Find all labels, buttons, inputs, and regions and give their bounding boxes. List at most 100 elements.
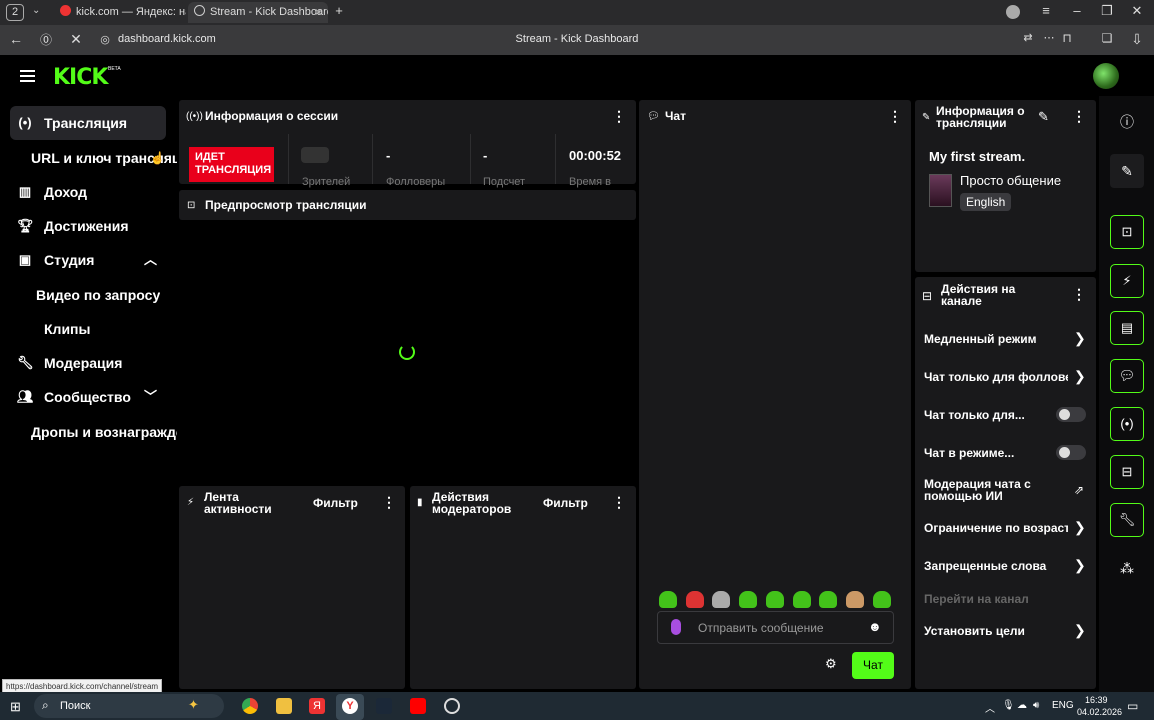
emoji-icon[interactable]: ☻ — [868, 619, 882, 634]
emote-button[interactable] — [792, 591, 811, 608]
clock-time[interactable]: 16:39 — [1085, 695, 1108, 705]
sidebar-item-clips[interactable]: Клипы — [44, 321, 90, 337]
microphone-icon[interactable] — [671, 619, 681, 635]
sidebar-item-stream[interactable]: (•) Трансляция — [10, 106, 166, 140]
sidebar-item-revenue[interactable]: ▥ Доход — [10, 175, 166, 209]
sidebar-item-drops[interactable]: Дропы и вознаграждения — [31, 424, 177, 440]
age-restriction-row[interactable]: Ограничение по возрасту — [924, 521, 1068, 535]
chrome-icon[interactable] — [242, 698, 258, 714]
stream-info-menu-icon[interactable]: ⋮ — [1072, 108, 1086, 125]
slow-mode-row[interactable]: Медленный режим — [924, 332, 1068, 346]
chevron-right-icon[interactable]: ❯ — [1074, 330, 1086, 347]
session-menu-icon[interactable]: ⋮ — [612, 108, 626, 125]
download-icon[interactable]: ⇩ — [1128, 31, 1146, 48]
activity-widget-icon[interactable]: ⚡︎ — [1110, 264, 1144, 298]
settings-gear-icon[interactable]: ⚙ — [825, 656, 837, 672]
chevron-right-icon[interactable]: ❯ — [1074, 557, 1086, 574]
yandex-icon[interactable]: Y — [342, 698, 358, 714]
edit-icon[interactable]: ✎ — [1110, 154, 1144, 188]
menu-icon[interactable]: ≡ — [1036, 3, 1056, 18]
chat-message-input[interactable]: Отправить сообщение — [698, 621, 824, 635]
chevron-right-icon[interactable]: ❯ — [1074, 519, 1086, 536]
language-indicator[interactable]: ENG — [1052, 700, 1074, 711]
tab-count-badge[interactable]: 2 — [6, 4, 24, 21]
mod-log-widget-icon[interactable]: ▤ — [1110, 311, 1144, 345]
external-link-icon[interactable]: ⇗ — [1074, 483, 1084, 497]
site-info-icon[interactable]: ◎ — [96, 33, 114, 46]
info-icon[interactable]: ⓘ — [1110, 105, 1144, 139]
set-goals-row[interactable]: Установить цели — [924, 624, 1068, 638]
youtube-icon[interactable] — [410, 698, 426, 714]
minimize-icon[interactable]: – — [1067, 3, 1087, 18]
bookmark-icon[interactable]: ⊓ — [1058, 31, 1076, 45]
emote-mode-row[interactable]: Чат в режиме... — [924, 446, 1049, 460]
profile-icon[interactable] — [1006, 5, 1020, 19]
emote-button[interactable] — [685, 591, 704, 608]
sidebar-item-studio[interactable]: ▣ Студия ︿ — [10, 243, 166, 277]
channel-actions-widget-icon[interactable]: ⊟ — [1110, 455, 1144, 489]
send-chat-button[interactable]: Чат — [852, 652, 894, 679]
close-window-icon[interactable]: ✕ — [1127, 3, 1147, 19]
file-explorer-icon[interactable] — [276, 698, 292, 714]
tabs-dropdown-icon[interactable]: ⌄ — [32, 5, 40, 16]
emote-button[interactable] — [872, 591, 891, 608]
edit-stream-info-icon[interactable]: ✎ — [1038, 109, 1049, 125]
emote-button[interactable] — [712, 591, 731, 608]
url-field[interactable]: dashboard.kick.com — [118, 33, 216, 45]
chat-widget-icon[interactable]: 💬︎ — [1110, 359, 1144, 393]
copilot-sparkle-icon[interactable]: ✦ — [188, 697, 199, 713]
sidebar-item-moderation[interactable]: 🔧︎ Модерация — [10, 346, 166, 380]
chevron-right-icon[interactable]: ❯ — [1074, 368, 1086, 385]
chat-menu-icon[interactable]: ⋮ — [888, 108, 902, 125]
emote-button[interactable] — [659, 591, 677, 608]
emote-mode-toggle[interactable] — [1056, 445, 1086, 460]
back-icon[interactable]: ← — [7, 31, 25, 47]
yandex-browser-icon[interactable]: Я — [309, 698, 325, 714]
tray-expand-icon[interactable]: ︿ — [985, 700, 995, 715]
hamburger-menu-icon[interactable] — [20, 70, 35, 82]
more-widgets-icon[interactable]: ⁂ — [1110, 551, 1144, 585]
tab-yandex-search[interactable]: kick.com — Яндекс: нашлось — [54, 2, 186, 23]
emote-button[interactable] — [845, 591, 864, 608]
collections-icon[interactable]: ❏ — [1098, 31, 1116, 45]
subs-only-toggle[interactable] — [1056, 407, 1086, 422]
network-icon[interactable]: ☁︎ — [1017, 700, 1027, 711]
steam-icon[interactable] — [376, 698, 392, 714]
volume-icon[interactable]: 🔊︎ — [1033, 700, 1039, 711]
activity-filter-button[interactable]: Фильтр — [313, 496, 358, 510]
emote-button[interactable] — [739, 591, 758, 608]
chevron-right-icon[interactable]: ❯ — [1074, 622, 1086, 639]
restore-icon[interactable]: ❐ — [1097, 3, 1117, 19]
taskbar-search-label[interactable]: Поиск — [60, 700, 90, 712]
microphone-tray-icon[interactable]: 🎙︎ — [1002, 700, 1015, 711]
user-avatar[interactable] — [1093, 63, 1119, 89]
channel-actions-menu-icon[interactable]: ⋮ — [1072, 286, 1086, 303]
windows-start-icon[interactable]: ⊞ — [10, 699, 21, 715]
shield-icon[interactable]: ⓪ — [37, 31, 55, 48]
subs-only-row[interactable]: Чат только для... — [924, 408, 1049, 422]
followers-only-row[interactable]: Чат только для фолловеров — [924, 370, 1068, 384]
ai-moderation-row[interactable]: Модерация чата с помощью ИИ — [924, 478, 1054, 502]
banned-words-row[interactable]: Запрещенные слова — [924, 559, 1068, 573]
notifications-icon[interactable]: ▭ — [1127, 699, 1138, 713]
clock-date[interactable]: 04.02.2026 — [1077, 707, 1122, 717]
preview-widget-icon[interactable]: ⊡ — [1110, 215, 1144, 249]
sidebar-item-achievements[interactable]: 🏆︎ Достижения — [10, 209, 166, 243]
new-tab-icon[interactable]: + — [329, 3, 349, 18]
kick-logo[interactable]: KICK — [53, 65, 108, 90]
stop-loading-icon[interactable]: ✕ — [67, 31, 85, 48]
sidebar-item-vod[interactable]: Видео по запросу — [36, 287, 160, 303]
emote-button[interactable] — [819, 591, 838, 608]
translate-icon[interactable]: ⇄ — [1019, 31, 1037, 44]
close-tab-icon[interactable]: × — [315, 2, 322, 23]
more-icon[interactable]: ⋯ — [1040, 31, 1058, 44]
go-to-channel-link[interactable]: Перейти на канал — [924, 592, 1068, 606]
mod-actions-filter-button[interactable]: Фильтр — [543, 496, 588, 510]
mod-actions-menu-icon[interactable]: ⋮ — [612, 494, 626, 511]
emote-button[interactable] — [765, 591, 784, 608]
obs-icon[interactable] — [444, 698, 460, 714]
tab-kick-dashboard[interactable]: Stream - Kick Dashboard × — [188, 2, 328, 23]
sidebar-item-community[interactable]: 👥︎ Сообщество ﹀ — [10, 380, 166, 414]
broadcast-widget-icon[interactable]: (•) — [1110, 407, 1144, 441]
wrench-widget-icon[interactable]: 🔧︎ — [1110, 503, 1144, 537]
